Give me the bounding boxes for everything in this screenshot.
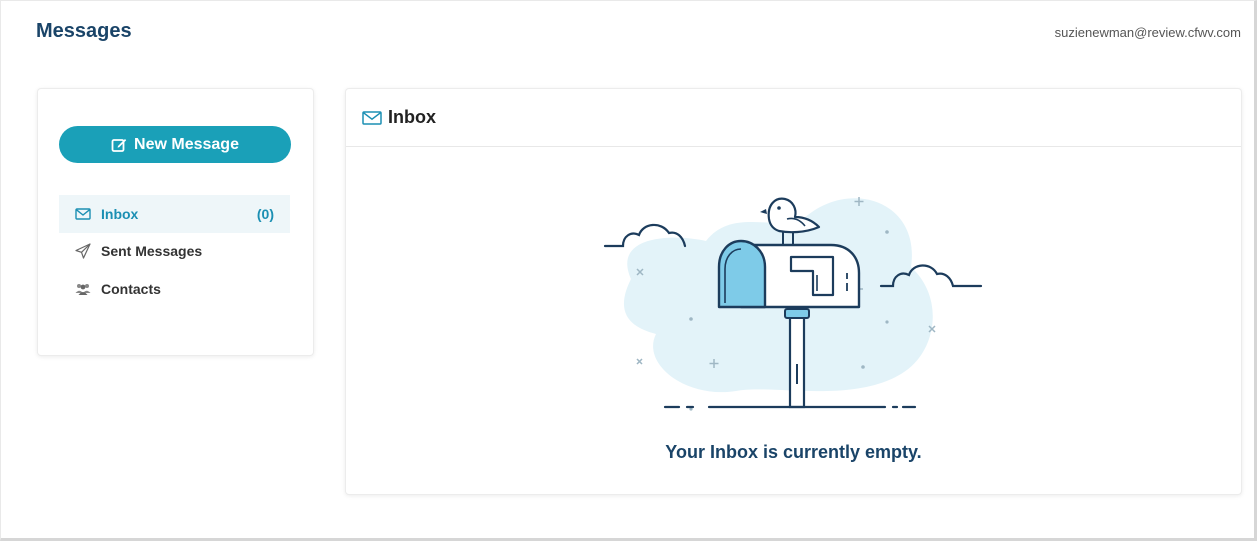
empty-mailbox-illustration bbox=[601, 179, 991, 460]
envelope-icon bbox=[362, 110, 382, 126]
users-icon bbox=[75, 281, 91, 297]
sidebar: New Message Inbox (0) Sent Messages Cont… bbox=[37, 88, 314, 356]
sidebar-item-inbox[interactable]: Inbox (0) bbox=[59, 195, 290, 233]
panel-title: Inbox bbox=[388, 107, 436, 127]
user-email[interactable]: suzienewman@review.cfwv.com bbox=[1055, 25, 1241, 40]
inbox-panel: Inbox Your Inbox is currently empty. bbox=[345, 88, 1242, 495]
sidebar-item-sent-messages[interactable]: Sent Messages bbox=[59, 232, 290, 270]
inbox-count-badge: (0) bbox=[256, 206, 274, 222]
sidebar-item-contacts[interactable]: Contacts bbox=[59, 270, 290, 308]
new-message-label: New Message bbox=[134, 135, 239, 153]
page-title: Messages bbox=[36, 20, 132, 42]
paper-plane-icon bbox=[75, 243, 91, 259]
empty-inbox-message: Your Inbox is currently empty. bbox=[665, 442, 922, 462]
sidebar-item-label: Inbox bbox=[101, 206, 139, 222]
envelope-icon bbox=[75, 206, 91, 222]
edit-icon bbox=[111, 137, 127, 153]
sidebar-item-label: Contacts bbox=[101, 281, 161, 297]
sidebar-item-label: Sent Messages bbox=[101, 243, 203, 259]
new-message-button[interactable]: New Message bbox=[59, 126, 291, 163]
panel-header: Inbox bbox=[346, 89, 1241, 147]
